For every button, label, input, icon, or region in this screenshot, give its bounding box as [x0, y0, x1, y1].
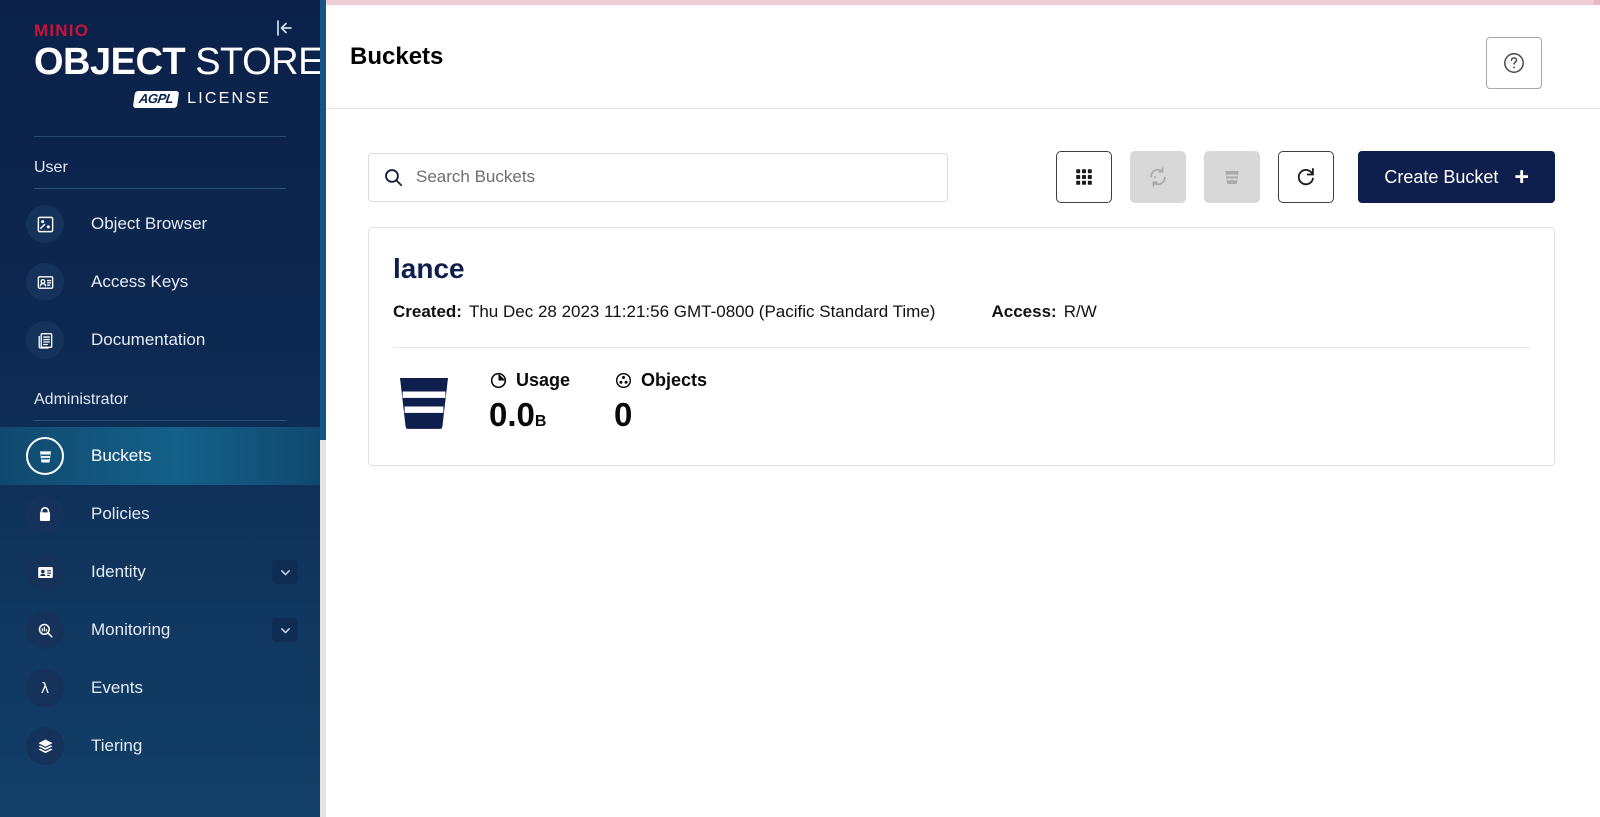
sidebar-item-label: Monitoring — [91, 620, 170, 640]
search-bucket-container[interactable] — [368, 153, 948, 202]
usage-head: Usage — [489, 370, 570, 391]
sync-icon — [1146, 165, 1170, 189]
bucket-icon — [26, 437, 64, 475]
sidebar-section-user-rule — [34, 188, 286, 189]
sidebar-item-label: Object Browser — [91, 214, 207, 234]
sidebar: MINIO OBJECT STORE AGPL LICENSE User — [0, 0, 320, 817]
usage-unit: B — [535, 413, 547, 430]
object-word: OBJECT — [34, 41, 185, 83]
license-row: AGPL LICENSE — [34, 90, 320, 108]
refresh-icon — [1294, 165, 1318, 189]
sidebar-section-user-items: Object Browser Access Keys — [0, 195, 320, 369]
sidebar-section-administrator-rule — [34, 420, 286, 421]
bucket-name[interactable]: lance — [393, 254, 1530, 285]
help-circle-icon — [1501, 50, 1527, 76]
pie-chart-icon — [489, 371, 508, 390]
store-word: STORE — [185, 41, 320, 83]
main-content: Buckets — [326, 5, 1600, 817]
sidebar-item-label: Buckets — [91, 446, 151, 466]
objects-head: Objects — [614, 370, 707, 391]
chevron-down-icon[interactable] — [272, 560, 298, 584]
usage-stat: Usage 0.0B — [489, 370, 570, 433]
page-header: Buckets — [326, 5, 1600, 109]
usage-value: 0.0 — [489, 396, 535, 433]
create-bucket-label: Create Bucket — [1384, 167, 1498, 188]
plus-icon: + — [1514, 165, 1529, 190]
minio-console-page: MINIO OBJECT STORE AGPL LICENSE User — [0, 0, 1600, 817]
sidebar-item-label: Identity — [91, 562, 146, 582]
bucket-meta-row: Created: Thu Dec 28 2023 11:21:56 GMT-08… — [393, 302, 1530, 322]
lambda-icon: λ — [26, 669, 64, 707]
sidebar-item-events[interactable]: λ Events — [0, 659, 320, 717]
search-input[interactable] — [416, 167, 933, 187]
page-title: Buckets — [350, 43, 443, 71]
replication-button — [1130, 151, 1186, 203]
help-button[interactable] — [1486, 37, 1542, 89]
objects-value: 0 — [614, 397, 707, 433]
bucket-stats: Usage 0.0B Objects — [393, 370, 1530, 439]
magnifier-icon — [26, 611, 64, 649]
toolbar: Create Bucket + — [326, 109, 1600, 203]
usage-label: Usage — [516, 370, 570, 391]
layers-icon — [26, 727, 64, 765]
object-store-wordmark: OBJECT STORE — [34, 43, 320, 81]
chevron-down-icon[interactable] — [272, 618, 298, 642]
bucket-icon — [393, 372, 455, 439]
documentation-icon — [26, 321, 64, 359]
sidebar-item-label: Access Keys — [91, 272, 188, 292]
created-value: Thu Dec 28 2023 11:21:56 GMT-0800 (Pacif… — [469, 302, 936, 322]
sidebar-item-label: Documentation — [91, 330, 205, 350]
bucket-delete-icon — [1221, 166, 1243, 188]
sidebar-item-documentation[interactable]: Documentation — [0, 311, 320, 369]
collapse-sidebar-icon[interactable] — [270, 14, 298, 42]
license-label: LICENSE — [187, 90, 271, 108]
objects-label: Objects — [641, 370, 707, 391]
grid-icon — [1073, 166, 1095, 188]
access-value: R/W — [1064, 302, 1097, 322]
access-keys-icon — [26, 263, 64, 301]
object-browser-icon — [26, 205, 64, 243]
sidebar-item-access-keys[interactable]: Access Keys — [0, 253, 320, 311]
agpl-badge-text: AGPL — [138, 92, 174, 107]
sidebar-item-monitoring[interactable]: Monitoring — [0, 601, 320, 659]
refresh-button[interactable] — [1278, 151, 1334, 203]
sidebar-item-buckets[interactable]: Buckets — [0, 427, 320, 485]
sidebar-item-label: Events — [91, 678, 143, 698]
lock-icon — [26, 495, 64, 533]
grid-view-button[interactable] — [1056, 151, 1112, 203]
sidebar-section-user-title: User — [0, 137, 320, 177]
sidebar-item-tiering[interactable]: Tiering — [0, 717, 320, 775]
sidebar-item-label: Tiering — [91, 736, 142, 756]
objects-stat: Objects 0 — [614, 370, 707, 433]
search-icon — [383, 167, 404, 188]
sidebar-item-object-browser[interactable]: Object Browser — [0, 195, 320, 253]
sidebar-item-identity[interactable]: Identity — [0, 543, 320, 601]
created-label: Created: — [393, 302, 462, 322]
svg-text:λ: λ — [41, 681, 49, 697]
access-group: Access: R/W — [991, 302, 1096, 322]
sidebar-section-administrator-title: Administrator — [0, 369, 320, 409]
bucket-card[interactable]: lance Created: Thu Dec 28 2023 11:21:56 … — [368, 227, 1555, 466]
identity-card-icon — [26, 553, 64, 591]
usage-value-row: 0.0B — [489, 397, 570, 433]
create-bucket-button[interactable]: Create Bucket + — [1358, 151, 1555, 203]
delete-bucket-button — [1204, 151, 1260, 203]
sidebar-item-policies[interactable]: Policies — [0, 485, 320, 543]
agpl-badge: AGPL — [133, 91, 180, 108]
sidebar-section-administrator-items: Buckets Policies — [0, 427, 320, 775]
card-divider — [393, 347, 1530, 348]
objects-icon — [614, 371, 633, 390]
access-label: Access: — [991, 302, 1056, 322]
minio-wordmark-main: MIN — [34, 21, 69, 40]
minio-wordmark-suffix: IO — [69, 21, 89, 40]
sidebar-item-label: Policies — [91, 504, 150, 524]
